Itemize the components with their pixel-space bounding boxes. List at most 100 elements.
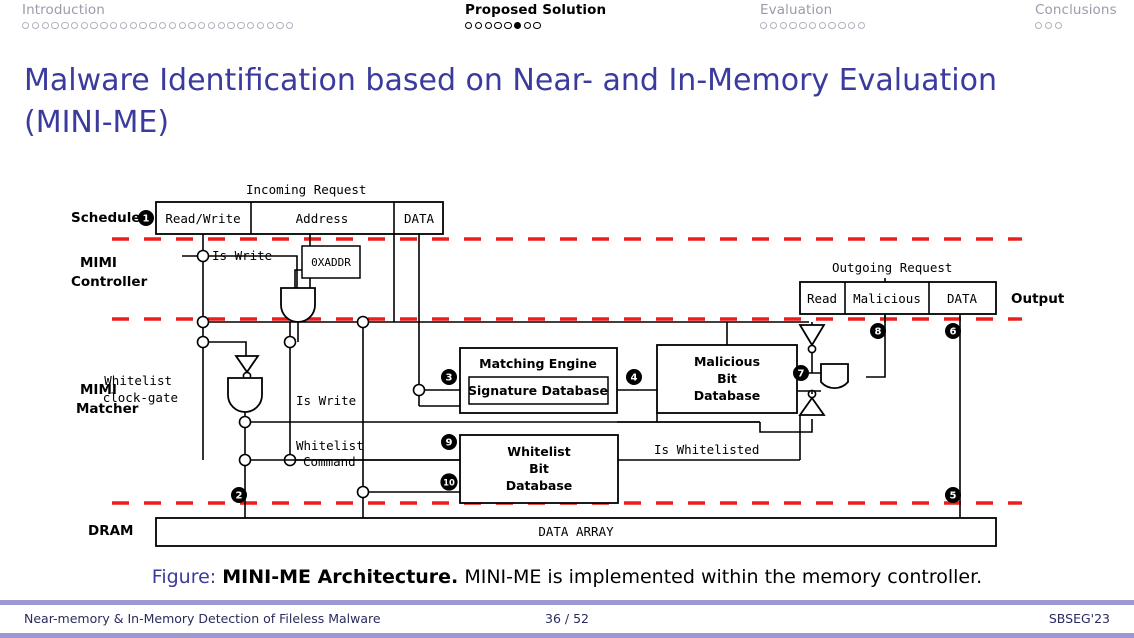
nav-dot[interactable] [139,22,147,30]
marker-8-label: 8 [875,327,882,338]
wire-label-is-whitelisted: Is Whitelisted [654,442,759,457]
caption-bold-part: MINI-ME Architecture. [222,566,459,588]
nav-dot[interactable] [188,22,196,30]
nav-dot[interactable] [789,22,797,30]
nav-dot[interactable] [818,22,827,30]
wire-label-is-write-mid: Is Write [296,393,356,408]
slide-navigation-bar: Introduction Proposed Solution Evaluation C… [0,0,1134,40]
row-label-scheduler: Scheduler [71,210,148,226]
caption-rest: MINI-ME is implemented within the memory… [464,566,983,588]
row-label-mimi-controller-line1: MIMI [80,255,117,271]
figure-caption: Figure: MINI-ME Architecture. MINI-ME is… [0,566,1134,588]
nav-dot[interactable] [41,22,49,30]
nav-dot[interactable] [828,22,836,30]
nav-section-title[interactable]: Evaluation [760,2,865,18]
outgoing-request-label: Outgoing Request [832,260,952,275]
nav-dot[interactable] [838,22,846,30]
nav-dot[interactable] [168,22,177,30]
nav-dot[interactable] [474,22,483,30]
nav-dot[interactable] [533,22,541,30]
data-array-label: DATA ARRAY [538,524,614,539]
nav-dot[interactable] [100,22,108,30]
junction-is-write-top [196,249,210,263]
architecture-figure: .wire{stroke:#000;stroke-width:1.6;fill:… [0,170,1134,560]
incoming-field-address: Address [296,211,349,226]
nav-dot[interactable] [848,22,856,30]
nav-dot[interactable] [857,22,866,30]
nav-section-conclusions[interactable]: Conclusions [1035,2,1117,30]
nav-dot[interactable] [237,22,245,30]
whitelist-bit-db-line3: Database [506,478,573,493]
nav-dot[interactable] [198,22,206,30]
nav-dot[interactable] [51,22,59,30]
nav-dot[interactable] [70,22,79,30]
nav-dot[interactable] [1035,22,1043,30]
nav-dot[interactable] [808,22,817,30]
marker-2-label: 2 [236,491,243,502]
nav-dot[interactable] [1054,22,1062,30]
and-gate-controller [280,287,316,323]
junction-clockgate-out [238,415,252,429]
marker-7-label: 7 [798,369,805,380]
nav-dot[interactable] [90,22,98,30]
nav-section-introduction[interactable]: Introduction [22,2,294,30]
nav-dot[interactable] [149,22,157,30]
nav-dot[interactable] [769,22,778,30]
whitelist-bit-db-line1: Whitelist [507,444,570,459]
nav-section-title[interactable]: Proposed Solution [465,2,606,18]
nav-dot[interactable] [286,22,294,30]
nav-dot[interactable] [119,22,128,30]
junction-bus-top [356,315,370,329]
incoming-field-readwrite: Read/Write [165,211,240,226]
wire-label-whitelist-clockgate-line2: clock-gate [103,390,178,405]
nav-dot[interactable] [110,22,118,30]
nav-dot[interactable] [484,22,492,30]
nav-dot[interactable] [1044,22,1053,30]
nav-dot[interactable] [276,22,284,30]
nav-dot[interactable] [227,22,235,30]
marker-9-label: 9 [446,438,453,449]
nav-dot[interactable] [178,22,186,30]
addr-constant-label: 0XADDR [311,256,351,269]
inverter-top-right [798,324,826,347]
slide-footer: Near-memory & In-Memory Detection of Fil… [0,600,1134,638]
nav-dot[interactable] [256,22,265,30]
nav-dot[interactable] [504,22,512,30]
nav-dot[interactable] [31,22,40,30]
wire-label-whitelist-command-line2: Command [303,454,356,469]
nav-section-evaluation[interactable]: Evaluation [760,2,866,30]
nav-dot[interactable] [217,22,226,30]
malicious-bit-db-line3: Database [694,388,761,403]
incoming-field-data: DATA [404,211,435,226]
nav-dot[interactable] [494,22,502,30]
nav-dot[interactable] [266,22,274,30]
nav-dot[interactable] [246,22,255,30]
nav-dot[interactable] [61,22,69,30]
matching-engine-label: Matching Engine [479,356,597,371]
nav-dot[interactable] [779,22,787,30]
malicious-bit-db-line1: Malicious [694,354,760,369]
marker-3-label: 3 [446,373,453,384]
junction-branch-a [283,335,297,349]
nav-dot[interactable] [129,22,137,30]
nav-section-title[interactable]: Introduction [22,2,293,18]
junction-rw-boundary [196,315,210,329]
nav-dot[interactable] [513,22,522,30]
nav-dot[interactable] [22,22,30,30]
nav-section-title[interactable]: Conclusions [1035,2,1117,18]
nav-section-proposed-solution[interactable]: Proposed Solution [465,2,606,30]
nav-dot[interactable] [158,22,167,30]
outgoing-field-malicious: Malicious [853,291,921,306]
outgoing-field-read: Read [807,291,837,306]
nav-dot[interactable] [523,22,532,30]
nav-dot[interactable] [80,22,89,30]
row-label-mimi-controller-line2: Controller [71,274,148,290]
nav-dot[interactable] [799,22,807,30]
inverter-bottom-right [798,396,826,416]
architecture-diagram-svg: .wire{stroke:#000;stroke-width:1.6;fill:… [71,182,1065,547]
incoming-request-label: Incoming Request [246,182,366,197]
nav-dot[interactable] [760,22,768,30]
malicious-bit-db-line2: Bit [717,371,737,386]
nav-dot[interactable] [207,22,216,30]
nav-dot[interactable] [465,22,473,30]
